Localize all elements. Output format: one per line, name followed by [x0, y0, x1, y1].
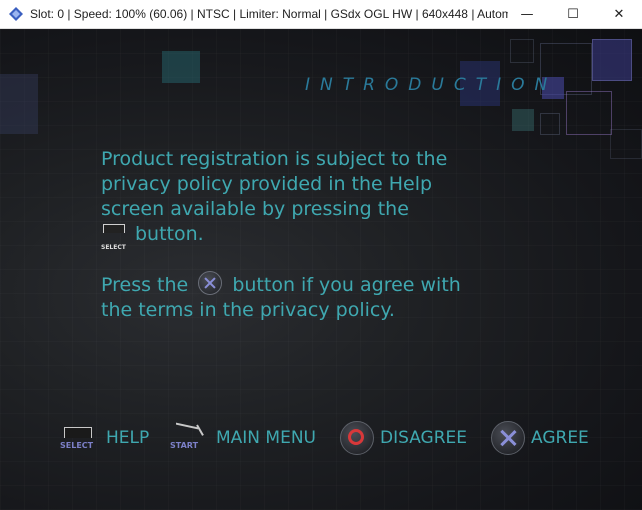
window-title: Slot: 0 | Speed: 100% (60.06) | NTSC | L…	[30, 7, 508, 21]
section-heading: INTRODUCTION	[305, 75, 558, 95]
notice-line: button.	[135, 223, 204, 245]
notice-text: the terms in the privacy policy.	[101, 299, 395, 321]
minimize-button[interactable]: —	[504, 0, 550, 28]
registration-notice: Product registration is subject to the p…	[101, 147, 448, 251]
decor-square	[610, 129, 642, 159]
notice-line: privacy policy provided in the Help	[101, 173, 433, 195]
agree-option[interactable]: AGREE	[491, 418, 589, 458]
pcsx2-app-icon	[9, 7, 23, 21]
main-menu-option[interactable]: START MAIN MENU	[170, 418, 316, 458]
decor-square	[592, 39, 632, 81]
maximize-button[interactable]: ☐	[550, 0, 596, 28]
decor-square	[512, 109, 534, 131]
notice-text: Press the	[101, 274, 189, 296]
agree-label: AGREE	[531, 428, 589, 448]
disagree-option[interactable]: DISAGREE	[340, 418, 467, 458]
notice-line: screen available by pressing the	[101, 198, 409, 220]
cross-button-icon	[491, 421, 525, 455]
decor-square	[566, 91, 612, 135]
select-button-icon: SELECT	[60, 421, 100, 455]
notice-line: Product registration is subject to the	[101, 148, 448, 170]
decor-square	[540, 113, 560, 135]
help-label: HELP	[106, 428, 150, 448]
disagree-label: DISAGREE	[380, 428, 468, 448]
circle-button-icon	[340, 421, 374, 455]
close-button[interactable]: ✕	[596, 0, 642, 28]
select-button-icon: SELECT	[101, 222, 129, 251]
title-bar[interactable]: Slot: 0 | Speed: 100% (60.06) | NTSC | L…	[0, 0, 642, 29]
notice-text: button if you agree with	[232, 274, 461, 296]
help-option[interactable]: SELECT HELP	[60, 418, 149, 458]
start-button-icon: START	[170, 421, 210, 455]
agreement-notice: Press the button if you agree with the t…	[101, 271, 461, 323]
decor-square	[162, 51, 200, 83]
emulator-window: Slot: 0 | Speed: 100% (60.06) | NTSC | L…	[0, 0, 642, 510]
cross-button-icon	[198, 271, 223, 295]
decor-square	[0, 74, 38, 134]
decor-square	[510, 39, 534, 63]
main-menu-label: MAIN MENU	[216, 428, 316, 448]
game-screen[interactable]: INTRODUCTION Product registration is sub…	[0, 29, 642, 510]
